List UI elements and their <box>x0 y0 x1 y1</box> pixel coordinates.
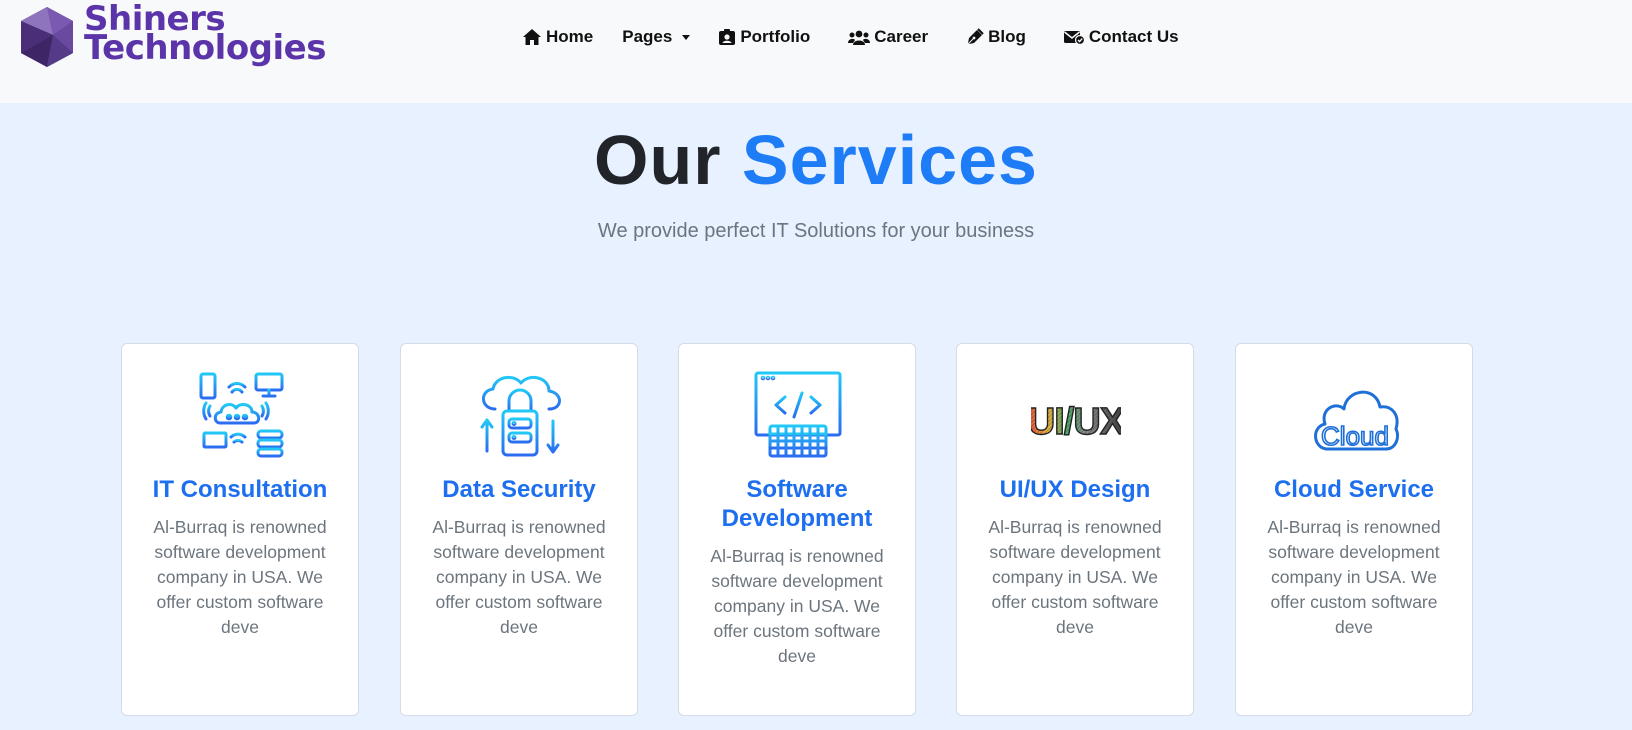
uiux-icon: UI/UX UI/UX <box>1031 400 1121 443</box>
pen-nib-icon <box>967 28 984 45</box>
service-card-ui-ux-design[interactable]: UI/UX UI/UX UI/UX Design Al-Burraq is re… <box>956 343 1194 716</box>
title-part-our: Our <box>594 121 722 199</box>
svg-text:UI/UX: UI/UX <box>1031 401 1121 443</box>
service-title: IT Consultation <box>152 476 328 503</box>
service-title: Software Development <box>721 476 873 532</box>
hexagon-logo-icon <box>21 7 73 67</box>
service-card-cloud-service[interactable]: Cloud Cloud Service Al-Burraq is renowne… <box>1235 343 1473 716</box>
brand-name: Shiners Technologies <box>84 2 326 68</box>
cloud-lock-icon <box>480 375 561 457</box>
home-icon <box>523 29 541 45</box>
nav-pages-label: Pages <box>622 27 673 46</box>
page-subtitle: We provide perfect IT Solutions for your… <box>597 220 1035 242</box>
code-keyboard-icon <box>754 371 842 458</box>
nav-contact-label: Contact Us <box>1088 27 1179 46</box>
service-card-data-security[interactable]: Data Security Al-Burraq is renowned soft… <box>400 343 638 716</box>
nav-contact[interactable]: Contact Us <box>1063 27 1179 47</box>
nav-home-label: Home <box>546 27 594 46</box>
cloud-icon: Cloud <box>1314 390 1400 452</box>
service-description: Al-Burraq is renowned software developme… <box>153 517 327 637</box>
caret-down-icon <box>682 34 691 40</box>
service-title: Cloud Service <box>1273 476 1435 503</box>
nav-pages-dropdown[interactable]: Pages <box>622 27 691 47</box>
envelope-icon <box>1063 31 1085 45</box>
nav-career-label: Career <box>874 27 929 46</box>
service-description: Al-Burraq is renowned software developme… <box>988 517 1162 637</box>
nav-blog[interactable]: Blog <box>966 27 1026 47</box>
page-title: Our Services <box>0 118 1632 202</box>
nav-portfolio-label: Portfolio <box>740 27 811 46</box>
service-title: UI/UX Design <box>999 476 1151 503</box>
users-icon <box>848 30 871 45</box>
service-description: Al-Burraq is renowned software developme… <box>710 546 884 666</box>
network-cloud-icon <box>197 372 284 458</box>
nav-blog-label: Blog <box>988 27 1026 46</box>
brand-line2: Technologies <box>84 28 326 68</box>
service-card-software-development[interactable]: Software Development Al-Burraq is renown… <box>678 343 916 716</box>
brand-logo[interactable]: Shiners Technologies <box>18 2 338 71</box>
main-nav: Home Pages Portfolio Career Blog Contact… <box>520 25 1179 49</box>
nav-portfolio[interactable]: Portfolio <box>718 27 810 47</box>
navbar: Shiners Technologies Home Pages Portfoli… <box>0 0 1632 103</box>
service-title: Data Security <box>442 476 596 503</box>
service-description: Al-Burraq is renowned software developme… <box>432 517 606 637</box>
nav-career[interactable]: Career <box>848 27 928 47</box>
title-part-services: Services <box>741 121 1038 199</box>
service-description: Al-Burraq is renowned software developme… <box>1267 517 1441 637</box>
id-badge-icon <box>719 29 736 45</box>
nav-home[interactable]: Home <box>522 27 593 47</box>
service-card-it-consultation[interactable]: IT Consultation Al-Burraq is renowned so… <box>121 343 359 716</box>
cloud-icon-text: Cloud <box>1321 421 1389 451</box>
